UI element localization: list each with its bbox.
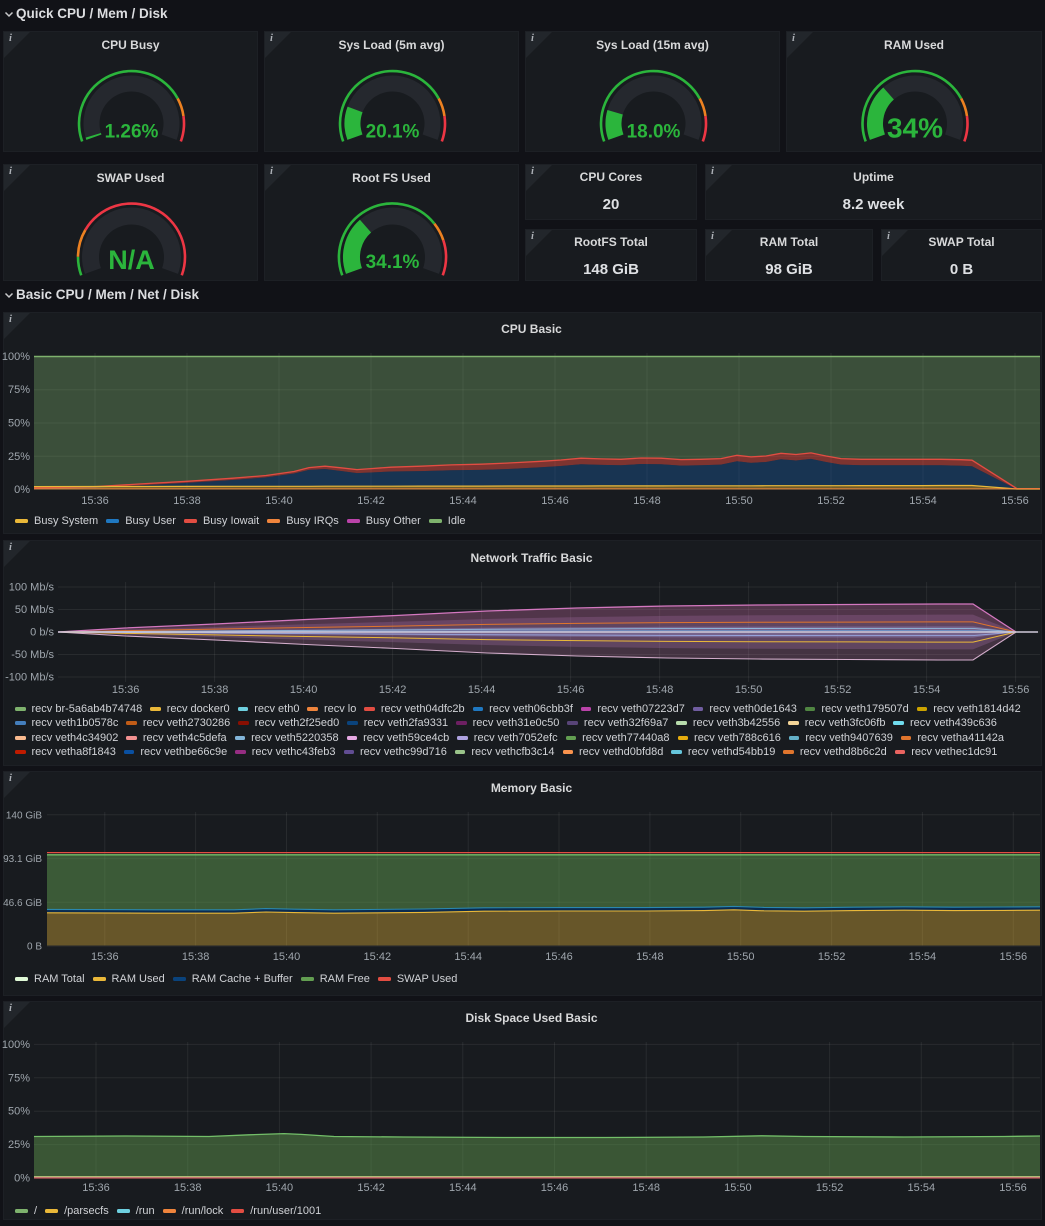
svg-text:15:38: 15:38 [173, 495, 201, 507]
svg-text:20.1%: 20.1% [366, 122, 420, 143]
svg-text:15:40: 15:40 [273, 951, 301, 963]
svg-text:15:40: 15:40 [290, 684, 318, 696]
svg-text:50%: 50% [8, 418, 30, 430]
svg-text:N/A: N/A [108, 245, 155, 275]
svg-text:25%: 25% [8, 451, 30, 463]
svg-text:15:52: 15:52 [816, 1182, 844, 1194]
svg-text:15:38: 15:38 [174, 1182, 202, 1194]
svg-text:15:44: 15:44 [449, 1182, 477, 1194]
svg-text:15:42: 15:42 [379, 684, 407, 696]
svg-text:15:52: 15:52 [824, 684, 852, 696]
svg-text:15:54: 15:54 [909, 951, 937, 963]
svg-text:15:50: 15:50 [725, 495, 753, 507]
svg-text:93.1 GiB: 93.1 GiB [3, 854, 42, 865]
svg-text:0%: 0% [14, 484, 30, 496]
svg-text:15:50: 15:50 [724, 1182, 752, 1194]
svg-text:100%: 100% [2, 351, 30, 363]
svg-text:15:56: 15:56 [1001, 495, 1029, 507]
svg-text:15:48: 15:48 [646, 684, 674, 696]
svg-text:15:52: 15:52 [818, 951, 846, 963]
svg-text:15:54: 15:54 [909, 495, 937, 507]
svg-text:15:50: 15:50 [727, 951, 755, 963]
svg-text:15:36: 15:36 [91, 951, 119, 963]
svg-text:18.0%: 18.0% [627, 122, 681, 143]
svg-text:0%: 0% [14, 1173, 30, 1185]
svg-text:15:48: 15:48 [632, 1182, 660, 1194]
svg-text:15:48: 15:48 [633, 495, 661, 507]
svg-text:15:56: 15:56 [999, 1182, 1027, 1194]
svg-text:75%: 75% [8, 384, 30, 396]
svg-text:-100 Mb/s: -100 Mb/s [5, 672, 54, 684]
svg-text:46.6 GiB: 46.6 GiB [3, 898, 42, 909]
svg-text:15:54: 15:54 [913, 684, 941, 696]
svg-text:34%: 34% [887, 112, 943, 143]
svg-text:15:40: 15:40 [266, 1182, 294, 1194]
svg-text:15:44: 15:44 [468, 684, 496, 696]
svg-text:50%: 50% [8, 1106, 30, 1118]
svg-text:100 Mb/s: 100 Mb/s [9, 582, 55, 594]
svg-text:15:40: 15:40 [265, 495, 293, 507]
svg-text:0 b/s: 0 b/s [30, 627, 54, 639]
svg-text:15:46: 15:46 [541, 495, 569, 507]
svg-text:15:56: 15:56 [1000, 951, 1028, 963]
svg-text:15:36: 15:36 [112, 684, 140, 696]
svg-text:15:36: 15:36 [82, 1182, 110, 1194]
svg-text:100%: 100% [2, 1039, 30, 1051]
svg-text:15:52: 15:52 [817, 495, 845, 507]
svg-text:15:46: 15:46 [557, 684, 585, 696]
svg-text:15:46: 15:46 [545, 951, 573, 963]
svg-text:15:46: 15:46 [541, 1182, 569, 1194]
svg-text:50 Mb/s: 50 Mb/s [15, 604, 55, 616]
svg-text:15:36: 15:36 [81, 495, 109, 507]
svg-text:-50 Mb/s: -50 Mb/s [11, 649, 54, 661]
svg-text:15:42: 15:42 [357, 495, 385, 507]
svg-text:15:44: 15:44 [454, 951, 482, 963]
svg-text:140 GiB: 140 GiB [6, 810, 42, 821]
svg-text:15:42: 15:42 [357, 1182, 385, 1194]
svg-text:1.26%: 1.26% [105, 122, 159, 143]
svg-text:15:38: 15:38 [201, 684, 229, 696]
svg-text:75%: 75% [8, 1072, 30, 1084]
svg-text:15:48: 15:48 [636, 951, 664, 963]
svg-text:34.1%: 34.1% [366, 252, 420, 273]
svg-text:25%: 25% [8, 1139, 30, 1151]
svg-text:15:44: 15:44 [449, 495, 477, 507]
svg-text:15:50: 15:50 [735, 684, 763, 696]
svg-text:15:42: 15:42 [364, 951, 392, 963]
svg-text:15:54: 15:54 [908, 1182, 936, 1194]
svg-text:15:56: 15:56 [1002, 684, 1030, 696]
svg-text:15:38: 15:38 [182, 951, 210, 963]
svg-text:0 B: 0 B [27, 942, 42, 953]
